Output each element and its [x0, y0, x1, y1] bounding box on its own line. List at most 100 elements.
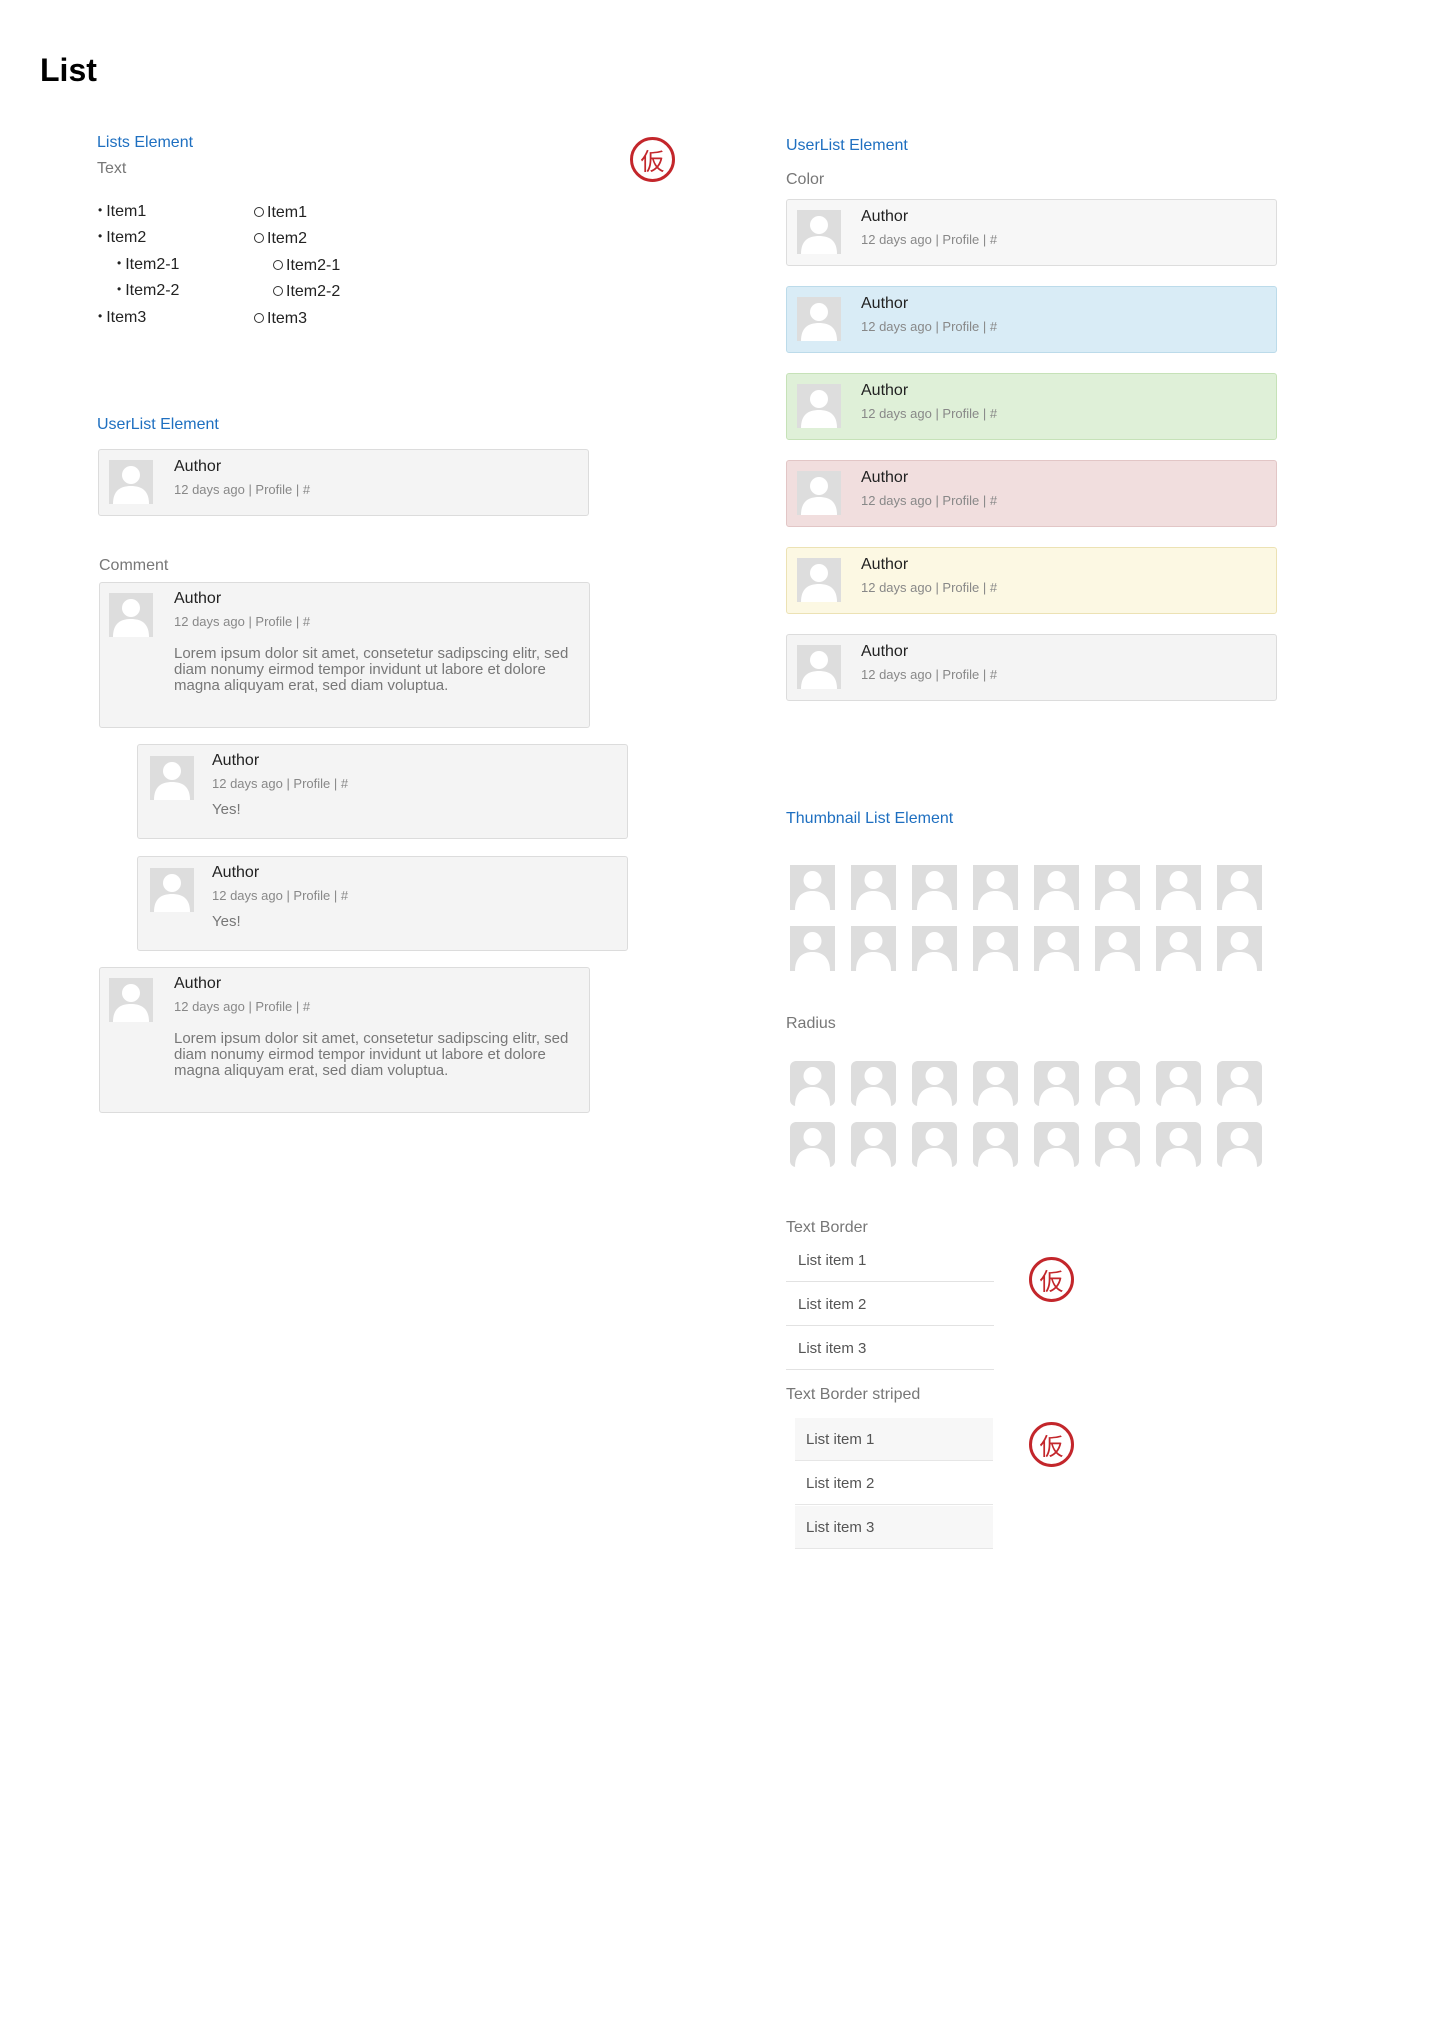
avatar-icon: [109, 593, 153, 637]
author-name: Author: [174, 590, 222, 607]
thumbnail-avatar-icon[interactable]: [1156, 926, 1201, 971]
avatar-icon: [797, 471, 841, 515]
userlist-color-label: Color: [786, 171, 825, 188]
user-card-color[interactable]: Author 12 days ago | Profile | #: [786, 286, 1277, 353]
avatar-icon: [797, 558, 841, 602]
thumbnail-avatar-icon[interactable]: [1034, 1122, 1079, 1167]
thumbnail-avatar-icon[interactable]: [790, 1122, 835, 1167]
comment-text: Lorem ipsum dolor sit amet, consetetur s…: [174, 1030, 569, 1079]
thumbnail-avatar-icon[interactable]: [973, 926, 1018, 971]
thumbnail-list-title: Thumbnail List Element: [786, 810, 954, 827]
thumbnail-avatar-icon[interactable]: [1156, 865, 1201, 910]
thumbnail-avatar-icon[interactable]: [851, 926, 896, 971]
avatar-icon: [150, 868, 194, 912]
author-meta: 12 days ago | Profile | #: [861, 406, 998, 421]
thumbnail-avatar-icon[interactable]: [1095, 1122, 1140, 1167]
circle-list-item: Item2-1: [273, 257, 340, 275]
comment-label: Comment: [99, 557, 169, 574]
thumbnail-avatar-icon[interactable]: [790, 865, 835, 910]
avatar-icon: [797, 384, 841, 428]
thumbnail-avatar-icon[interactable]: [973, 865, 1018, 910]
comment-text: Yes!: [212, 801, 241, 818]
lists-element-label: Text: [97, 160, 127, 177]
circle-list-item: Item2-2: [273, 283, 340, 301]
comment-text: Lorem ipsum dolor sit amet, consetetur s…: [174, 645, 569, 694]
text-border-label: Text Border: [786, 1219, 868, 1236]
bullet-list-item: Item3: [98, 309, 146, 327]
text-border-item[interactable]: List item 2: [786, 1283, 994, 1326]
thumbnail-avatar-icon[interactable]: [851, 1061, 896, 1106]
avatar-icon: [109, 978, 153, 1022]
text-border-item[interactable]: List item 3: [786, 1327, 994, 1370]
author-meta: 12 days ago | Profile | #: [861, 493, 998, 508]
bullet-list-item: Item2-2: [117, 282, 179, 300]
circle-list-item: Item3: [254, 310, 307, 328]
userlist-color-title: UserList Element: [786, 137, 908, 154]
thumbnail-avatar-icon[interactable]: [1095, 865, 1140, 910]
thumbnail-avatar-icon[interactable]: [912, 1061, 957, 1106]
user-card[interactable]: Author 12 days ago | Profile | #: [98, 449, 589, 516]
userlist-element-title: UserList Element: [97, 416, 219, 433]
author-name: Author: [861, 556, 909, 573]
thumbnail-avatar-icon[interactable]: [1217, 926, 1262, 971]
user-card-color[interactable]: Author 12 days ago | Profile | #: [786, 547, 1277, 614]
bullet-list-item: Item2-1: [117, 256, 179, 274]
text-border-striped-label: Text Border striped: [786, 1386, 921, 1403]
comment-text: Yes!: [212, 913, 241, 930]
avatar-icon: [150, 756, 194, 800]
comment-reply-card: Author 12 days ago | Profile | # Yes!: [137, 856, 628, 951]
author-meta: 12 days ago | Profile | #: [212, 776, 349, 791]
author-meta: 12 days ago | Profile | #: [174, 614, 311, 629]
thumbnail-avatar-icon[interactable]: [851, 1122, 896, 1167]
thumbnail-avatar-icon[interactable]: [1034, 1061, 1079, 1106]
avatar-icon: [797, 297, 841, 341]
author-name: Author: [861, 382, 909, 399]
author-meta: 12 days ago | Profile | #: [861, 580, 998, 595]
thumbnail-avatar-icon[interactable]: [851, 865, 896, 910]
thumbnail-avatar-icon[interactable]: [1095, 926, 1140, 971]
thumbnail-avatar-icon[interactable]: [1156, 1061, 1201, 1106]
author-name: Author: [174, 975, 222, 992]
user-card-color[interactable]: Author 12 days ago | Profile | #: [786, 460, 1277, 527]
text-border-striped-item[interactable]: List item 3: [795, 1506, 993, 1549]
temp-stamp-icon: 仮: [630, 137, 675, 182]
thumbnail-avatar-icon[interactable]: [1217, 1122, 1262, 1167]
thumbnail-avatar-icon[interactable]: [790, 926, 835, 971]
circle-list-item: Item1: [254, 204, 307, 222]
user-card-color[interactable]: Author 12 days ago | Profile | #: [786, 199, 1277, 266]
author-name: Author: [212, 864, 260, 881]
thumbnail-avatar-icon[interactable]: [1034, 865, 1079, 910]
thumbnail-avatar-icon[interactable]: [1217, 1061, 1262, 1106]
author-name: Author: [861, 295, 909, 312]
thumbnail-avatar-icon[interactable]: [912, 865, 957, 910]
thumbnail-avatar-icon[interactable]: [1034, 926, 1079, 971]
thumbnail-avatar-icon[interactable]: [1095, 1061, 1140, 1106]
author-name: Author: [861, 469, 909, 486]
text-border-striped-item[interactable]: List item 2: [795, 1462, 993, 1505]
thumbnail-avatar-icon[interactable]: [973, 1122, 1018, 1167]
author-name: Author: [174, 458, 222, 475]
comment-reply-card: Author 12 days ago | Profile | # Yes!: [137, 744, 628, 839]
user-card-color[interactable]: Author 12 days ago | Profile | #: [786, 634, 1277, 701]
user-card-color[interactable]: Author 12 days ago | Profile | #: [786, 373, 1277, 440]
temp-stamp-icon: 仮: [1029, 1257, 1074, 1302]
author-meta: 12 days ago | Profile | #: [212, 888, 349, 903]
author-meta: 12 days ago | Profile | #: [861, 319, 998, 334]
comment-card: Author 12 days ago | Profile | # Lorem i…: [99, 967, 590, 1113]
thumbnail-avatar-icon[interactable]: [790, 1061, 835, 1106]
author-name: Author: [861, 643, 909, 660]
thumbnail-avatar-icon[interactable]: [912, 1122, 957, 1167]
thumbnail-radius-label: Radius: [786, 1015, 836, 1032]
avatar-icon: [797, 210, 841, 254]
circle-list-item: Item2: [254, 230, 307, 248]
author-meta: 12 days ago | Profile | #: [861, 667, 998, 682]
avatar-icon: [797, 645, 841, 689]
thumbnail-avatar-icon[interactable]: [1156, 1122, 1201, 1167]
text-border-striped-item[interactable]: List item 1: [795, 1418, 993, 1461]
author-name: Author: [861, 208, 909, 225]
thumbnail-avatar-icon[interactable]: [912, 926, 957, 971]
text-border-item[interactable]: List item 1: [786, 1239, 994, 1282]
comment-card: Author 12 days ago | Profile | # Lorem i…: [99, 582, 590, 728]
thumbnail-avatar-icon[interactable]: [973, 1061, 1018, 1106]
thumbnail-avatar-icon[interactable]: [1217, 865, 1262, 910]
